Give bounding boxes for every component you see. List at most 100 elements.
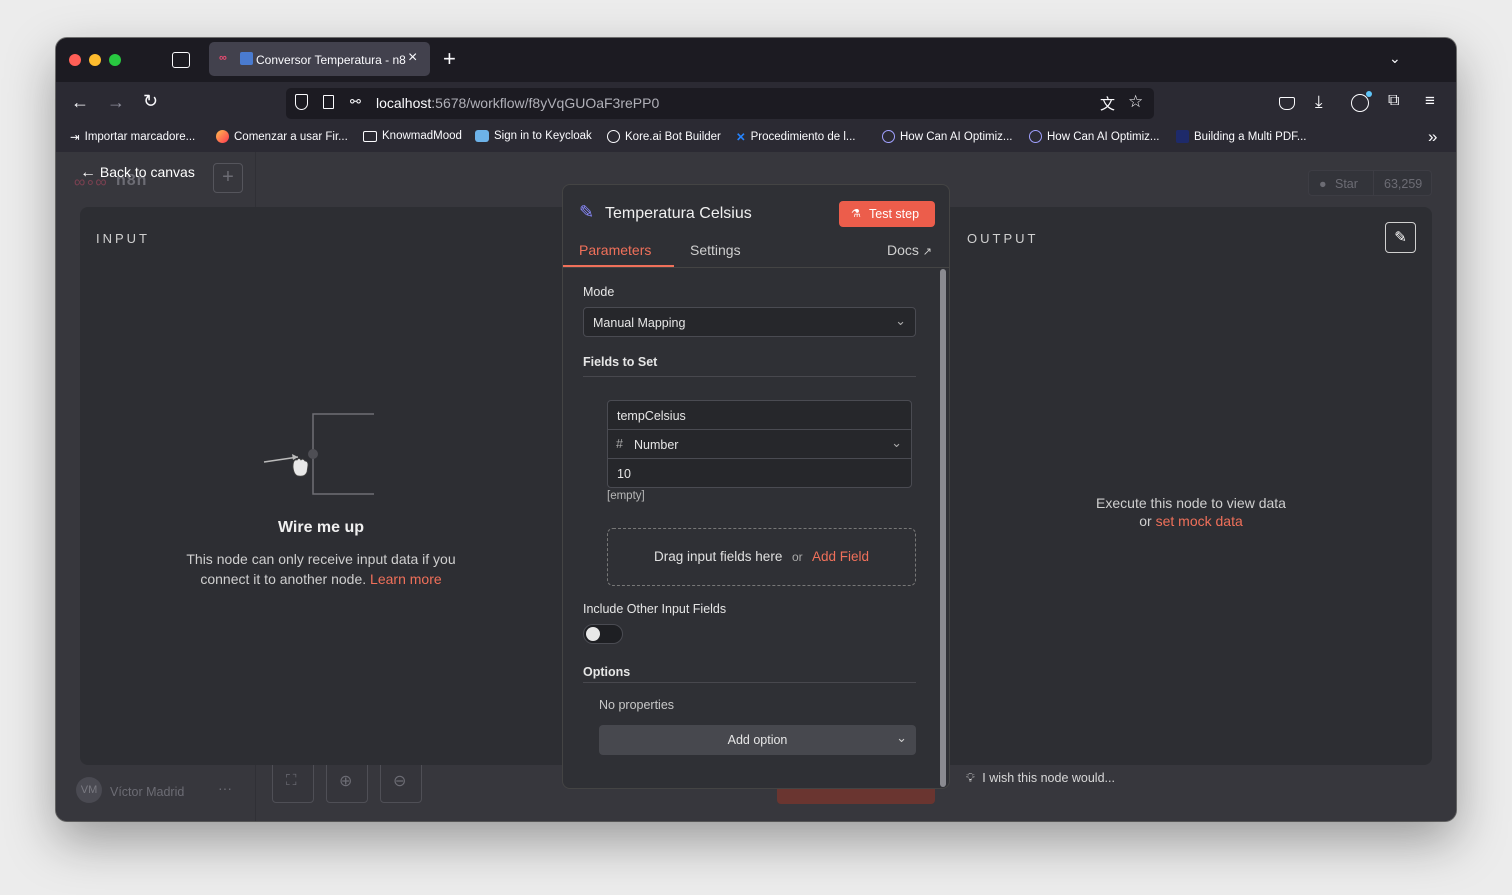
bookmark-star-icon[interactable]: ☆ bbox=[1128, 92, 1143, 112]
node-parameters-panel: ✎ Temperatura Celsius ⚗ Test step Parame… bbox=[562, 184, 950, 789]
translate-icon[interactable]: 文 bbox=[1100, 93, 1115, 114]
reload-icon[interactable]: ↻ bbox=[143, 91, 158, 112]
minimize-window-button[interactable] bbox=[89, 54, 101, 66]
bookmark-item[interactable]: ✕ Procedimiento de l... bbox=[736, 130, 855, 144]
zoom-out-button[interactable]: ⊖ bbox=[380, 761, 422, 803]
field-name-value: tempCelsius bbox=[617, 409, 686, 423]
tabs-divider bbox=[563, 267, 949, 268]
bookmark-item[interactable]: Kore.ai Bot Builder bbox=[607, 130, 721, 143]
bookmark-item[interactable]: ⇥ Importar marcadore... bbox=[70, 130, 195, 144]
output-empty-message: Execute this node to view data or set mo… bbox=[950, 494, 1432, 530]
ai-icon bbox=[882, 130, 895, 143]
description-line: connect it to another node. bbox=[200, 571, 367, 587]
node-title[interactable]: Temperatura Celsius bbox=[605, 205, 752, 223]
wire-me-up-description: This node can only receive input data if… bbox=[80, 549, 562, 589]
globe-icon bbox=[607, 130, 620, 143]
avatar[interactable]: VM bbox=[76, 777, 102, 803]
input-panel-heading: INPUT bbox=[96, 231, 150, 246]
ai-icon bbox=[1029, 130, 1042, 143]
field-name-input[interactable]: tempCelsius bbox=[607, 400, 912, 430]
drag-text: Drag input fields here bbox=[654, 549, 783, 564]
bookmark-item[interactable]: Building a Multi PDF... bbox=[1176, 130, 1307, 143]
shield-icon bbox=[295, 94, 308, 110]
set-mock-data-link[interactable]: set mock data bbox=[1156, 513, 1243, 529]
back-icon[interactable]: ← bbox=[71, 92, 89, 113]
new-tab-button[interactable]: + bbox=[443, 46, 456, 72]
field-type-select[interactable]: # Number ⌄ bbox=[607, 429, 912, 459]
drag-fields-dropzone[interactable]: Drag input fields here or Add Field bbox=[607, 528, 916, 586]
drag-or: or bbox=[792, 550, 803, 564]
tab-parameters[interactable]: Parameters bbox=[579, 242, 651, 258]
play-favicon-icon bbox=[240, 52, 253, 65]
bookmarks-bar: ⇥ Importar marcadore... Comenzar a usar F… bbox=[56, 126, 1456, 152]
output-panel-heading: OUTPUT bbox=[967, 231, 1039, 246]
divider bbox=[1373, 171, 1374, 195]
downloads-icon[interactable]: ⤓ bbox=[1315, 92, 1323, 112]
page-icon bbox=[323, 95, 334, 109]
bookmark-item[interactable]: How Can AI Optimiz... bbox=[882, 130, 1012, 143]
add-option-button[interactable]: Add option ⌄ bbox=[599, 725, 916, 755]
include-other-fields-label: Include Other Input Fields bbox=[583, 602, 727, 616]
address-bar[interactable]: ⚯ localhost:5678/workflow/f8yVqGUOaF3reP… bbox=[286, 88, 1154, 119]
bookmark-item[interactable]: How Can AI Optimiz... bbox=[1029, 130, 1159, 143]
tab-docs[interactable]: Docs ↗ bbox=[887, 242, 932, 258]
url-path: :5678/workflow/f8yVqGUOaF3rePP0 bbox=[431, 95, 660, 111]
mode-select[interactable]: Manual Mapping ⌄ bbox=[583, 307, 916, 337]
field-type-value: Number bbox=[634, 438, 679, 452]
zoom-in-button[interactable]: ⊕ bbox=[326, 761, 368, 803]
bookmark-item[interactable]: Sign in to Keycloak bbox=[475, 130, 592, 142]
url-host: localhost bbox=[376, 95, 432, 111]
n8n-app: n8n ∞∘∞ + ● Star 63,259 VM Víctor Madrid… bbox=[56, 152, 1456, 821]
feedback-link[interactable]: 💡︎ I wish this node would... bbox=[966, 771, 1115, 786]
zoom-window-button[interactable] bbox=[109, 54, 121, 66]
chevron-down-icon: ⌄ bbox=[896, 730, 907, 745]
bookmark-item[interactable]: KnowmadMood bbox=[363, 130, 462, 142]
test-step-button[interactable]: ⚗ Test step bbox=[839, 201, 935, 227]
github-icon: ● bbox=[1319, 177, 1327, 191]
pocket-icon[interactable] bbox=[1279, 97, 1295, 110]
confluence-icon: ✕ bbox=[736, 132, 746, 144]
field-value-input[interactable]: 10 bbox=[607, 458, 912, 488]
bookmark-label: Kore.ai Bot Builder bbox=[625, 130, 721, 143]
bookmark-label: KnowmadMood bbox=[382, 130, 462, 142]
add-option-label: Add option bbox=[727, 733, 788, 747]
chevron-down-icon: ⌄ bbox=[895, 313, 906, 328]
fit-view-button[interactable]: ⛶ bbox=[272, 761, 314, 803]
bookmark-label: How Can AI Optimiz... bbox=[1047, 130, 1160, 143]
add-workflow-button[interactable]: + bbox=[213, 163, 243, 193]
scrollbar[interactable] bbox=[940, 269, 946, 787]
github-star-widget[interactable]: ● Star 63,259 bbox=[1308, 170, 1432, 196]
tab-settings[interactable]: Settings bbox=[690, 242, 741, 258]
tab-strip: ∞ Conversor Temperatura - n8n × + ⌄ bbox=[56, 38, 1456, 82]
menu-icon[interactable]: ≡ bbox=[1425, 91, 1435, 111]
close-window-button[interactable] bbox=[69, 54, 81, 66]
edit-output-button[interactable]: ✎ bbox=[1385, 222, 1416, 253]
output-message-line: Execute this node to view data bbox=[1096, 495, 1286, 511]
list-tabs-icon[interactable]: ⌄ bbox=[1389, 50, 1401, 67]
user-name: Víctor Madrid bbox=[110, 785, 185, 799]
lightbulb-icon: 💡︎ bbox=[966, 771, 975, 785]
more-options-icon[interactable]: ··· bbox=[218, 780, 232, 796]
account-icon[interactable] bbox=[1351, 91, 1372, 112]
tab-groups-icon[interactable] bbox=[172, 52, 190, 68]
mode-label: Mode bbox=[583, 285, 615, 299]
forward-icon[interactable]: → bbox=[107, 92, 125, 113]
include-other-fields-toggle[interactable] bbox=[583, 624, 623, 644]
learn-more-link[interactable]: Learn more bbox=[370, 571, 442, 587]
keycloak-icon bbox=[475, 130, 489, 142]
back-label: Back to canvas bbox=[99, 164, 195, 180]
tab-active[interactable]: ∞ Conversor Temperatura - n8n × bbox=[209, 42, 430, 76]
extensions-icon[interactable]: ⧉ bbox=[1388, 92, 1399, 110]
bookmark-label: How Can AI Optimiz... bbox=[900, 130, 1013, 143]
flask-icon: ⚗ bbox=[851, 208, 861, 220]
wire-me-up-illustration bbox=[263, 413, 374, 495]
hash-icon: # bbox=[616, 437, 623, 451]
close-tab-icon[interactable]: × bbox=[408, 49, 417, 67]
back-to-canvas[interactable]: ← Back to canvas bbox=[80, 164, 195, 182]
bookmark-label: Building a Multi PDF... bbox=[1194, 130, 1307, 143]
permissions-icon[interactable]: ⚯ bbox=[350, 94, 361, 110]
bookmark-item[interactable]: Comenzar a usar Fir... bbox=[216, 130, 348, 143]
tab-title: Conversor Temperatura - n8n bbox=[256, 53, 406, 67]
more-bookmarks-icon[interactable]: » bbox=[1428, 127, 1437, 147]
add-field-button[interactable]: Add Field bbox=[812, 549, 869, 564]
